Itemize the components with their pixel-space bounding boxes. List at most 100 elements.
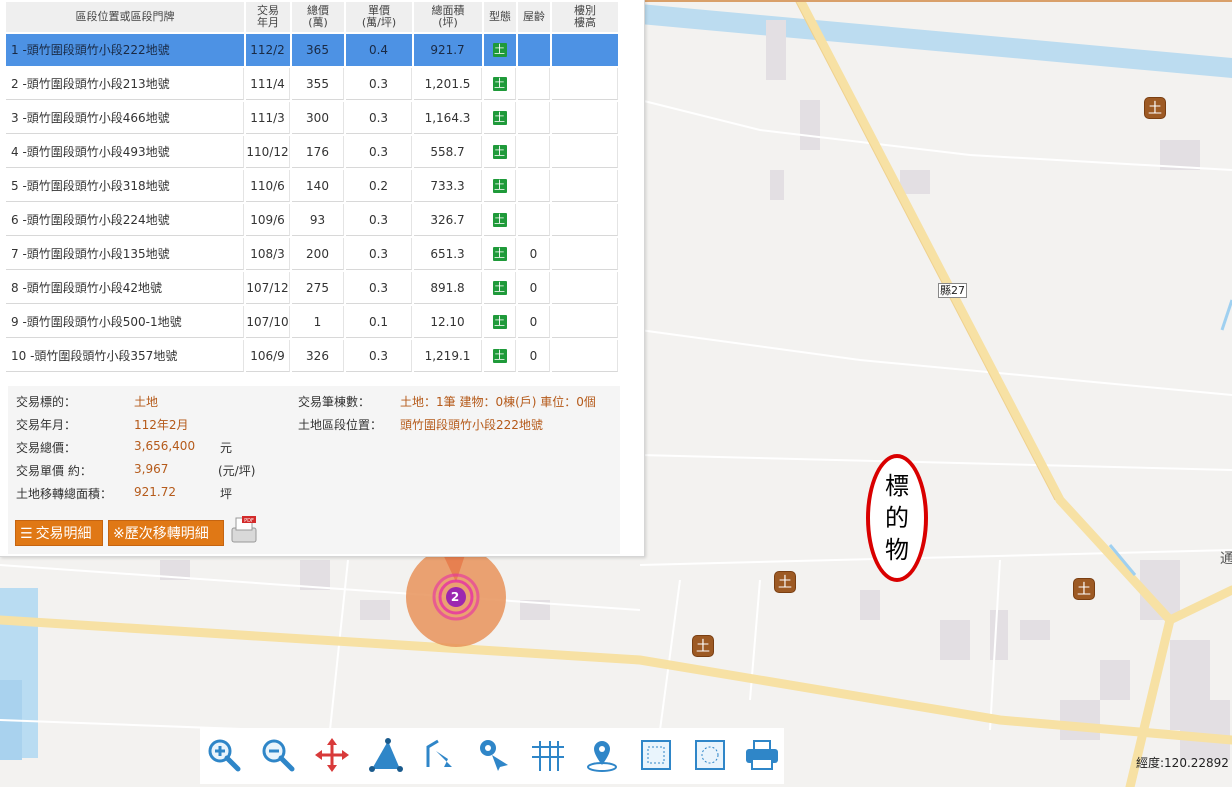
unit-price-label: 交易單價 約： <box>16 464 92 478</box>
cell-age <box>518 68 550 100</box>
measure-area-icon[interactable] <box>364 732 408 778</box>
cell-floor <box>552 102 618 134</box>
table-row[interactable]: 2 -頭竹圍段頭竹小段213地號 111/4 355 0.3 1,201.5 土 <box>6 68 618 100</box>
cell-unit-price: 0.1 <box>346 306 412 338</box>
print-icon[interactable] <box>740 732 784 778</box>
cell-area: 12.10 <box>414 306 482 338</box>
svg-text:PDF: PDF <box>244 518 254 524</box>
land-type-badge: 土 <box>492 110 507 125</box>
annotation-char: 物 <box>885 536 909 564</box>
cell-date: 112/2 <box>246 34 290 66</box>
location-value: 頭竹圍段頭竹小段222地號 <box>400 418 543 432</box>
cell-age <box>518 102 550 134</box>
land-marker[interactable]: 土 <box>692 635 714 657</box>
count-value: 土地：1筆 建物：0棟(戶) 車位：0個 <box>400 395 596 409</box>
cell-age: 0 <box>518 340 550 372</box>
cell-type: 土 <box>484 238 516 270</box>
table-row[interactable]: 3 -頭竹圍段頭竹小段466地號 111/3 300 0.3 1,164.3 土 <box>6 102 618 134</box>
cluster-count-badge[interactable]: 2 <box>442 587 468 607</box>
cell-area: 921.7 <box>414 34 482 66</box>
zoom-in-icon[interactable] <box>202 732 246 778</box>
land-type-badge: 土 <box>492 42 507 57</box>
cell-type: 土 <box>484 170 516 202</box>
area-value: 921.72 <box>134 485 176 499</box>
zoom-out-icon[interactable] <box>256 732 300 778</box>
land-marker[interactable]: 土 <box>1144 97 1166 119</box>
cell-type: 土 <box>484 34 516 66</box>
table-row[interactable]: 6 -頭竹圍段頭竹小段224地號 109/6 93 0.3 326.7 土 <box>6 204 618 236</box>
table-row[interactable]: 5 -頭竹圍段頭竹小段318地號 110/6 140 0.2 733.3 土 <box>6 170 618 202</box>
cell-total: 140 <box>292 170 344 202</box>
cell-area: 1,219.1 <box>414 340 482 372</box>
cell-unit-price: 0.3 <box>346 102 412 134</box>
cell-date: 106/9 <box>246 340 290 372</box>
full-extent-icon[interactable] <box>688 732 732 778</box>
cell-area: 1,201.5 <box>414 68 482 100</box>
unit-price-unit: (元/坪) <box>218 464 256 478</box>
col-age: 屋齡 <box>518 2 550 32</box>
cell-address: 7 -頭竹圍段頭竹小段135地號 <box>6 238 244 270</box>
road-grid-icon[interactable] <box>526 732 570 778</box>
cell-total: 176 <box>292 136 344 168</box>
cell-unit-price: 0.4 <box>346 34 412 66</box>
table-row[interactable]: 8 -頭竹圍段頭竹小段42地號 107/12 275 0.3 891.8 土 0 <box>6 272 618 304</box>
cell-unit-price: 0.3 <box>346 272 412 304</box>
cell-type: 土 <box>484 306 516 338</box>
transfer-history-button[interactable]: ※歷次移轉明細 <box>108 520 224 546</box>
cell-floor <box>552 238 618 270</box>
cell-date: 111/4 <box>246 68 290 100</box>
col-floor: 樓別 樓高 <box>552 2 618 32</box>
col-address: 區段位置或區段門牌 <box>6 2 244 32</box>
transaction-table: 區段位置或區段門牌 交易 年月 總價 (萬) 單價 (萬/坪) 總面積 (坪) 型態 屋… <box>4 0 620 374</box>
select-icon[interactable] <box>418 732 462 778</box>
cell-type: 土 <box>484 68 516 100</box>
table-row[interactable]: 9 -頭竹圍段頭竹小段500-1地號 107/10 1 0.1 12.10 土 0 <box>6 306 618 338</box>
land-marker[interactable]: 土 <box>774 571 796 593</box>
col-type: 型態 <box>484 2 516 32</box>
pan-icon[interactable] <box>310 732 354 778</box>
table-row[interactable]: 10 -頭竹圍段頭竹小段357地號 106/9 326 0.3 1,219.1 土 0 <box>6 340 618 372</box>
cell-total: 326 <box>292 340 344 372</box>
table-row[interactable]: 4 -頭竹圍段頭竹小段493地號 110/12 176 0.3 558.7 土 <box>6 136 618 168</box>
cell-age <box>518 136 550 168</box>
cell-address: 10 -頭竹圍段頭竹小段357地號 <box>6 340 244 372</box>
table-row[interactable]: 1 -頭竹圍段頭竹小段222地號 112/2 365 0.4 921.7 土 <box>6 34 618 66</box>
annotation-char: 的 <box>885 504 909 532</box>
cell-type: 土 <box>484 272 516 304</box>
location-icon[interactable] <box>580 732 624 778</box>
cell-total: 365 <box>292 34 344 66</box>
table-row[interactable]: 7 -頭竹圍段頭竹小段135地號 108/3 200 0.3 651.3 土 0 <box>6 238 618 270</box>
cell-floor <box>552 68 618 100</box>
cell-floor <box>552 306 618 338</box>
cell-total: 1 <box>292 306 344 338</box>
land-type-badge: 土 <box>492 212 507 227</box>
cell-unit-price: 0.3 <box>346 238 412 270</box>
area-unit: 坪 <box>220 487 233 501</box>
transaction-detail-button[interactable]: ☰ 交易明細 <box>15 520 103 546</box>
cell-total: 93 <box>292 204 344 236</box>
annotation-callout: 標 的 物 <box>866 454 928 582</box>
land-type-badge: 土 <box>492 314 507 329</box>
edge-road-label: 通 <box>1220 551 1232 567</box>
cell-type: 土 <box>484 136 516 168</box>
cell-area: 326.7 <box>414 204 482 236</box>
cell-type: 土 <box>484 102 516 134</box>
cell-address: 1 -頭竹圍段頭竹小段222地號 <box>6 34 244 66</box>
cell-floor <box>552 340 618 372</box>
extent-icon[interactable] <box>634 732 678 778</box>
cell-age <box>518 204 550 236</box>
total-unit: 元 <box>220 441 233 455</box>
cell-total: 300 <box>292 102 344 134</box>
count-label: 交易筆棟數： <box>298 395 371 409</box>
pdf-icon[interactable]: PDF <box>228 516 260 546</box>
cell-date: 109/6 <box>246 204 290 236</box>
col-area: 總面積 (坪) <box>414 2 482 32</box>
land-marker[interactable]: 土 <box>1073 578 1095 600</box>
cell-address: 5 -頭竹圍段頭竹小段318地號 <box>6 170 244 202</box>
locate-pin-icon[interactable] <box>472 732 516 778</box>
month-value: 112年2月 <box>134 418 189 432</box>
land-type-badge: 土 <box>492 76 507 91</box>
cell-date: 111/3 <box>246 102 290 134</box>
cell-total: 275 <box>292 272 344 304</box>
cell-floor <box>552 170 618 202</box>
